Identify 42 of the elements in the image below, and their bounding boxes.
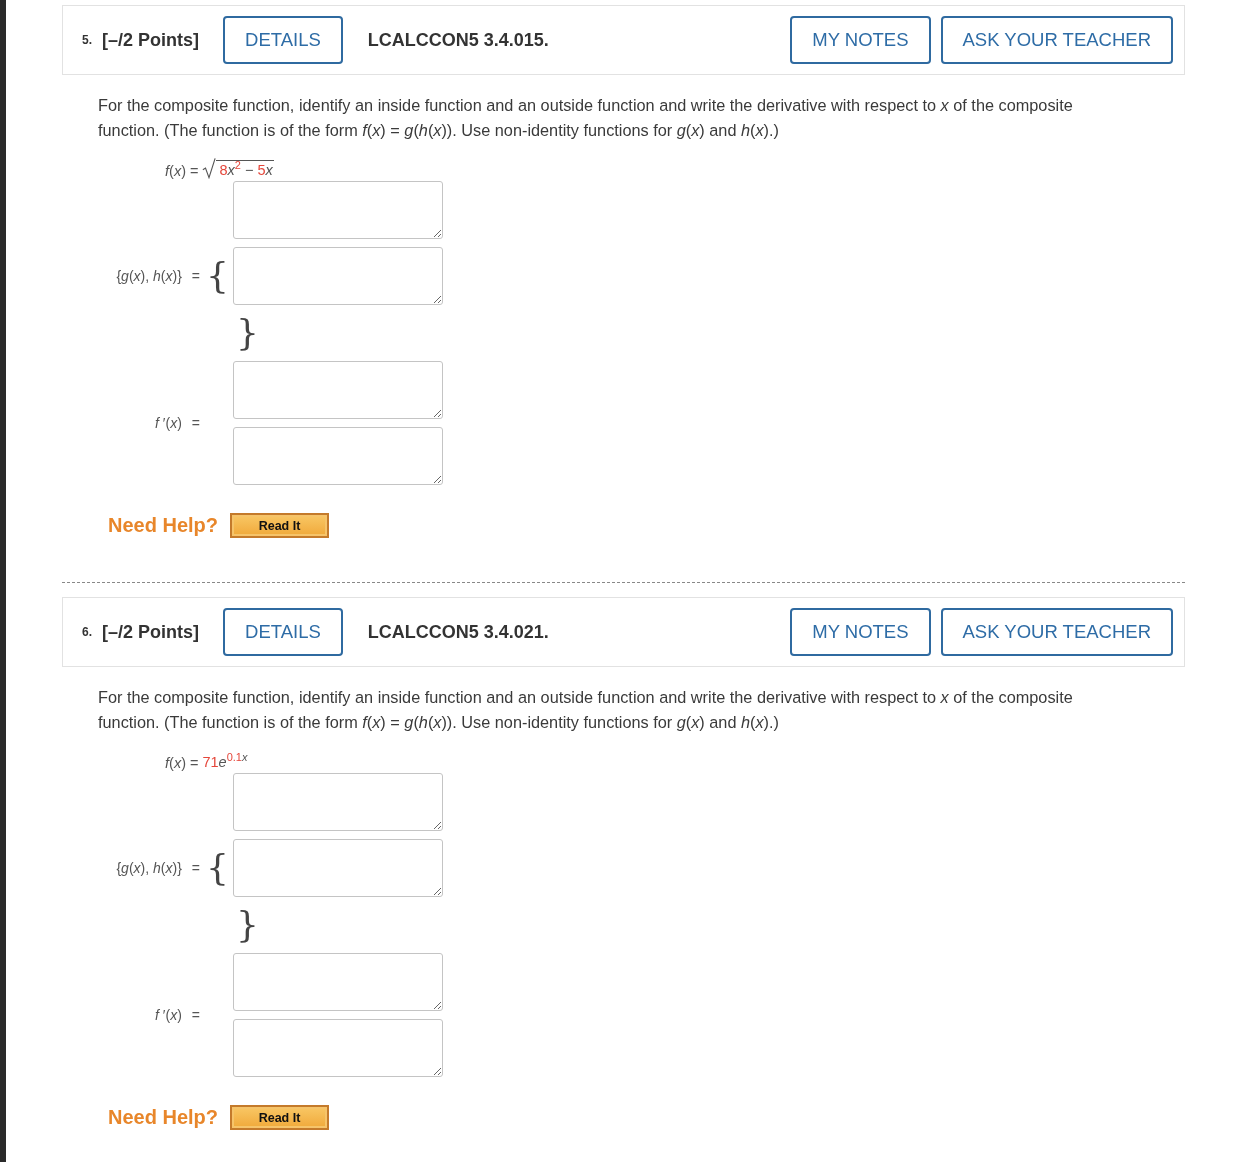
question-code: LCALCCON5 3.4.015. [367, 29, 549, 51]
need-help-label: Need Help? [108, 1106, 219, 1129]
radical-sign-icon [202, 157, 217, 179]
read-it-button[interactable]: Read It [230, 513, 330, 538]
function-label: f(x) = [165, 163, 199, 179]
question-text: For the composite function, identify an inside function and an outside function and write the derivative with respect to x of the composite function. (The function is of the form f(x) = g(h(x)). Use non-identity functions for g(x) and h(x).) [98, 95, 1074, 141]
answer-box[interactable] [233, 773, 443, 831]
points-label: [–/2 Points] [102, 621, 200, 643]
equals-sign: = [191, 860, 200, 876]
ask-teacher-button[interactable]: ASK YOUR TEACHER [940, 16, 1173, 64]
answer-box[interactable] [233, 247, 443, 305]
equals-sign: = [191, 268, 200, 284]
ask-teacher-button[interactable]: ASK YOUR TEACHER [940, 608, 1173, 656]
question-code: LCALCCON5 3.4.021. [367, 621, 549, 643]
details-button[interactable]: DETAILS [223, 16, 343, 64]
my-notes-button[interactable]: MY NOTES [790, 608, 931, 656]
question-number: 5. [82, 33, 92, 47]
answer-box[interactable] [233, 953, 443, 1011]
open-brace: { [206, 255, 229, 296]
equals-sign: = [191, 415, 200, 431]
close-brace: } [236, 313, 259, 353]
open-brace: { [206, 847, 229, 888]
pair-label: {g(x), h(x)} [116, 268, 182, 284]
answer-box[interactable] [233, 361, 443, 419]
answer-box[interactable] [233, 427, 443, 485]
derivative-label: f ′(x) [155, 415, 182, 431]
question-text: For the composite function, identify an inside function and an outside function and write the derivative with respect to x of the composite function. (The function is of the form f(x) = g(h(x)). Use non-identity functions for g(x) and h(x).) [98, 687, 1074, 733]
function-label: f(x) = [165, 755, 199, 771]
points-label: [–/2 Points] [102, 29, 200, 51]
answer-box[interactable] [233, 1019, 443, 1077]
read-it-button[interactable]: Read It [230, 1105, 330, 1130]
question-number: 6. [82, 625, 92, 639]
my-notes-button[interactable]: MY NOTES [790, 16, 931, 64]
close-brace: } [236, 905, 259, 945]
derivative-label: f ′(x) [155, 1007, 182, 1023]
answer-box[interactable] [233, 839, 443, 897]
equals-sign: = [191, 1007, 200, 1023]
need-help-label: Need Help? [108, 514, 219, 537]
answer-box[interactable] [233, 181, 443, 239]
pair-label: {g(x), h(x)} [116, 860, 182, 876]
details-button[interactable]: DETAILS [223, 608, 343, 656]
radicand-expression: 8x$^{2}$ − 5x [216, 160, 274, 179]
